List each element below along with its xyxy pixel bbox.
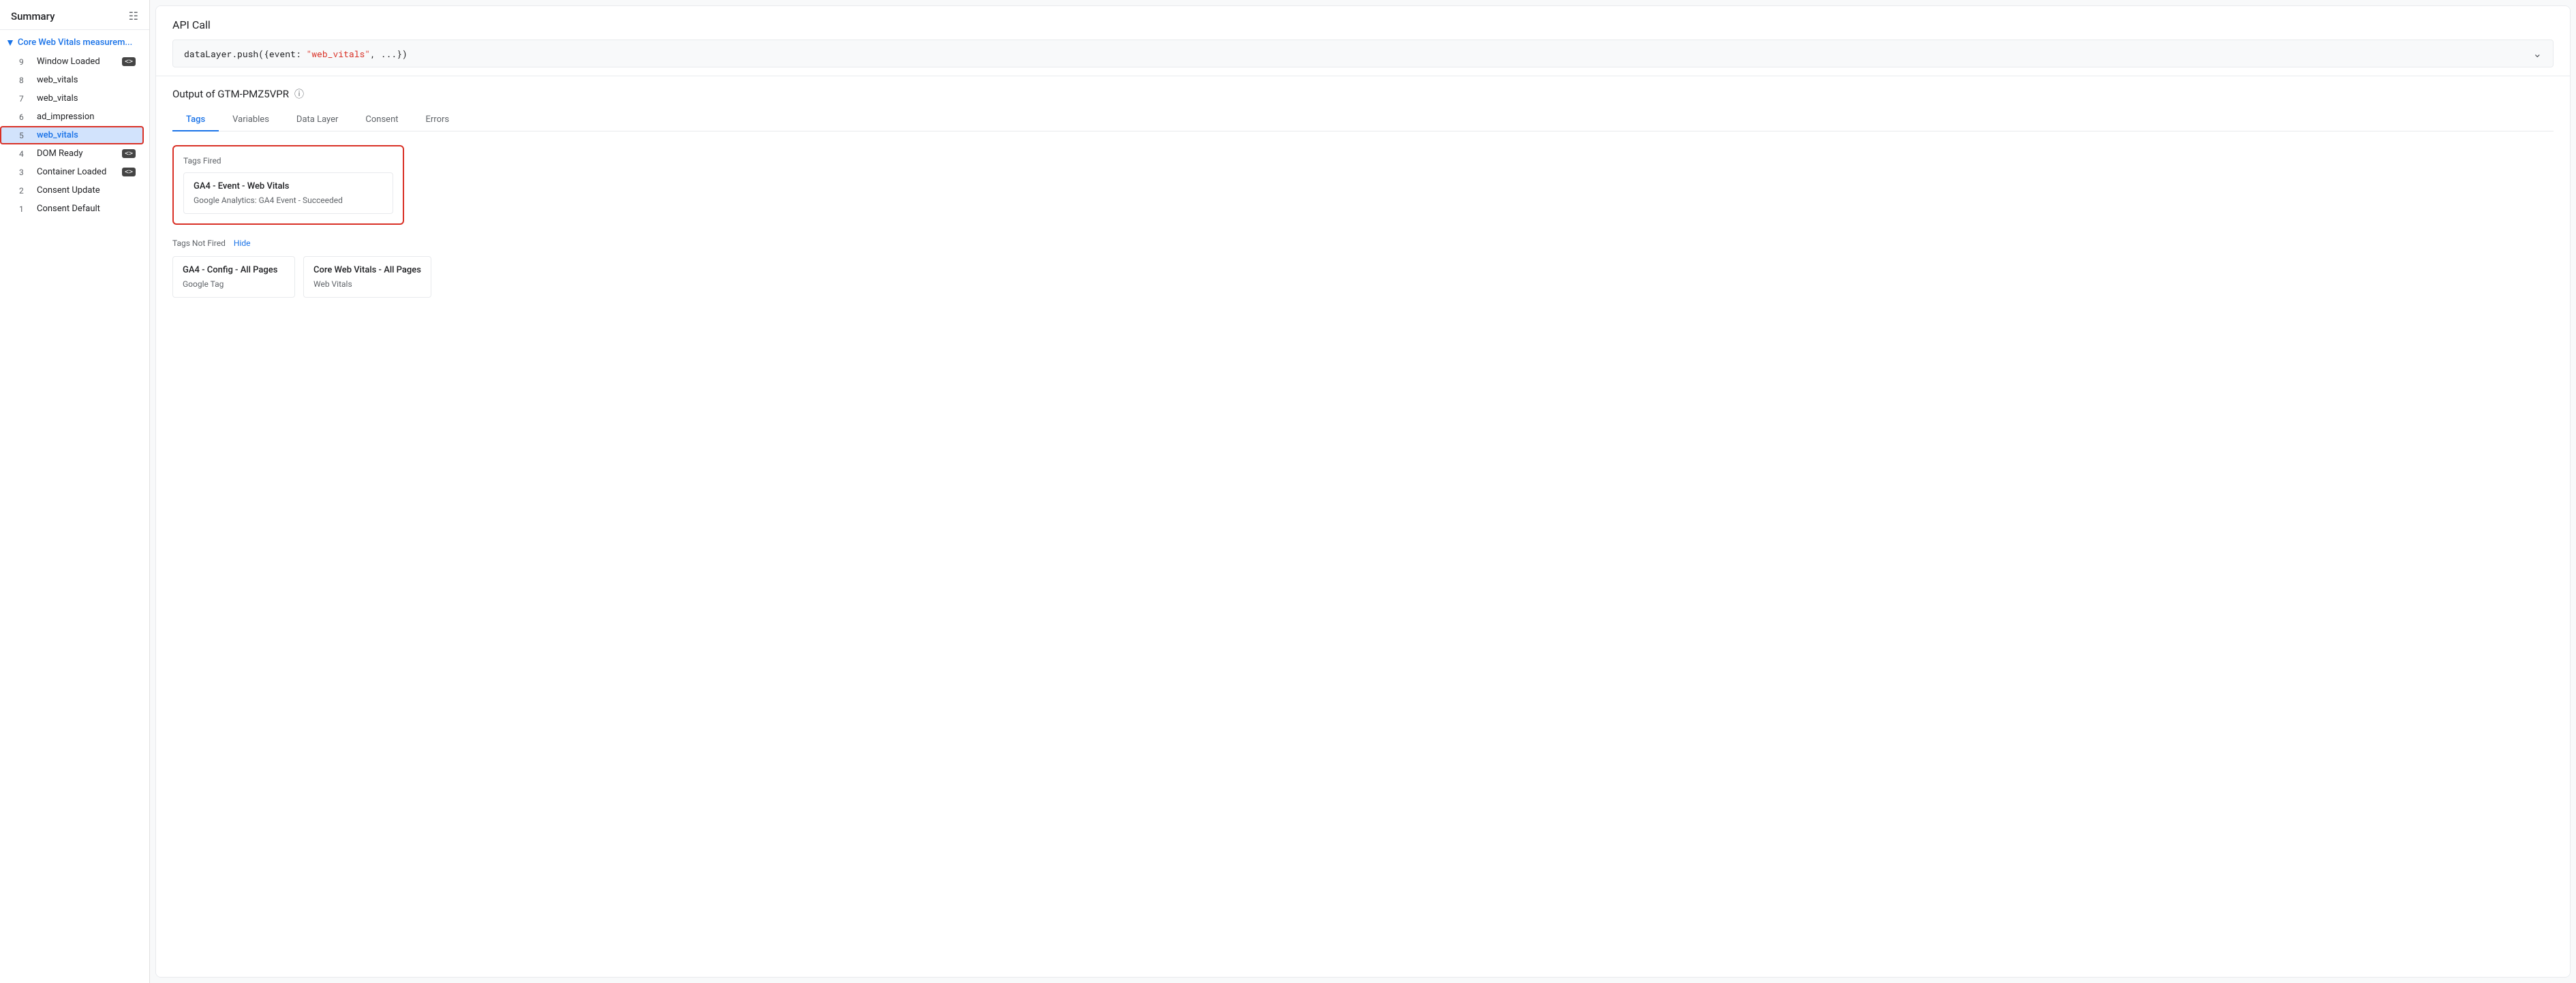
not-fired-card-subtitle: Google Tag [183,279,285,289]
sidebar-item[interactable]: 2 Consent Update [0,181,144,200]
tab-variables[interactable]: Variables [219,109,283,131]
sidebar-item-badge: <> [122,57,136,66]
sidebar-item-number: 1 [19,204,31,214]
not-fired-card-subtitle: Web Vitals [313,279,421,289]
sidebar-item-label: web_vitals [37,75,136,85]
sidebar-item-number: 2 [19,186,31,196]
filter-icon[interactable]: ☷ [129,10,138,22]
tab-consent[interactable]: Consent [352,109,412,131]
hide-link[interactable]: Hide [234,238,251,248]
not-fired-card-title: Core Web Vitals - All Pages [313,265,421,275]
sidebar-item[interactable]: 7 web_vitals [0,89,144,108]
sidebar-item-label: ad_impression [37,112,136,122]
sidebar-item-number: 5 [19,131,31,140]
tag-card-title: GA4 - Event - Web Vitals [194,181,383,191]
api-call-title: API Call [172,18,2554,31]
tags-fired-cards: GA4 - Event - Web Vitals Google Analytics… [183,172,393,214]
output-header: Output of GTM-PMZ5VPR ⓘ [172,87,2554,101]
not-fired-card-title: GA4 - Config - All Pages [183,265,285,275]
tag-card-subtitle: Google Analytics: GA4 Event - Succeeded [194,196,383,205]
tags-not-fired-row: Tags Not Fired Hide [172,238,2554,248]
sidebar-items-container: 9 Window Loaded <> 8 web_vitals 7 web_vitals 6a… [0,52,149,218]
sidebar-item[interactable]: 6 ad_impression [0,108,144,126]
tags-not-fired-container: Tags Not Fired Hide GA4 - Config - All P… [172,238,2554,298]
sidebar-item[interactable]: 8 web_vitals [0,71,144,89]
sidebar-item-number: 9 [19,57,31,67]
sidebar-item[interactable]: 3 Container Loaded <> [0,163,144,181]
sidebar-item[interactable]: 9 Window Loaded <> [0,52,144,71]
tab-tags[interactable]: Tags [172,109,219,131]
chevron-down-icon: ▼ [5,37,15,48]
tabs-bar: TagsVariablesData LayerConsentErrors [172,109,2554,131]
sidebar-item-number: 3 [19,168,31,177]
tag-not-fired-card[interactable]: GA4 - Config - All Pages Google Tag [172,256,295,298]
code-row: dataLayer.push({event: "web_vitals", ...… [172,40,2554,67]
code-string: "web_vitals" [306,48,370,60]
main-outer: API Call dataLayer.push({event: "web_vit… [155,5,2571,978]
expand-icon[interactable]: ⌄ [2533,47,2542,60]
sidebar-section: ▼ Core Web Vitals measurem... 9 Window Lo… [0,30,149,221]
sidebar-title: Summary [11,10,55,22]
tag-fired-card[interactable]: GA4 - Event - Web Vitals Google Analytics… [183,172,393,214]
output-section: Output of GTM-PMZ5VPR ⓘ TagsVariablesDat… [156,76,2570,977]
sidebar-item-badge: <> [122,149,136,158]
sidebar-item-number: 6 [19,112,31,122]
sidebar-item-number: 8 [19,76,31,85]
sidebar-item[interactable]: 4 DOM Ready <> [0,144,144,163]
sidebar-expand-label: Core Web Vitals measurem... [18,37,132,48]
tags-content: Tags Fired GA4 - Event - Web Vitals Googl… [172,145,2554,298]
tags-fired-section: Tags Fired GA4 - Event - Web Vitals Googl… [172,145,404,225]
tags-not-fired-label: Tags Not Fired [172,238,226,248]
sidebar-item-label: web_vitals [37,130,136,140]
sidebar-item[interactable]: 1 Consent Default [0,200,144,218]
sidebar-header: Summary ☷ [0,0,149,30]
tab-data-layer[interactable]: Data Layer [283,109,352,131]
sidebar-item-badge: <> [122,168,136,176]
code-suffix: , ...}) [370,48,408,60]
code-prefix: dataLayer.push({event: [184,48,306,60]
sidebar-item-label: Window Loaded [37,57,118,67]
output-title: Output of GTM-PMZ5VPR [172,88,289,100]
tags-fired-label: Tags Fired [183,156,393,166]
not-fired-cards: GA4 - Config - All Pages Google Tag Core W… [172,256,2554,298]
code-snippet: dataLayer.push({event: "web_vitals", ...… [184,48,408,60]
sidebar-item-number: 4 [19,149,31,159]
main-header: API Call dataLayer.push({event: "web_vit… [156,6,2570,76]
sidebar-item-label: web_vitals [37,93,136,104]
tab-errors[interactable]: Errors [412,109,463,131]
tag-not-fired-card[interactable]: Core Web Vitals - All Pages Web Vitals [303,256,431,298]
info-icon[interactable]: ⓘ [294,87,304,101]
sidebar-item-label: Consent Default [37,204,136,214]
sidebar-item[interactable]: 5 web_vitals [0,126,144,144]
main-content: API Call dataLayer.push({event: "web_vit… [156,6,2570,977]
sidebar-item-number: 7 [19,94,31,104]
sidebar-item-label: Container Loaded [37,167,118,177]
sidebar: Summary ☷ ▼ Core Web Vitals measurem... … [0,0,150,983]
sidebar-item-label: Consent Update [37,185,136,196]
sidebar-item-label: DOM Ready [37,149,118,159]
sidebar-expand-row[interactable]: ▼ Core Web Vitals measurem... [0,33,149,52]
